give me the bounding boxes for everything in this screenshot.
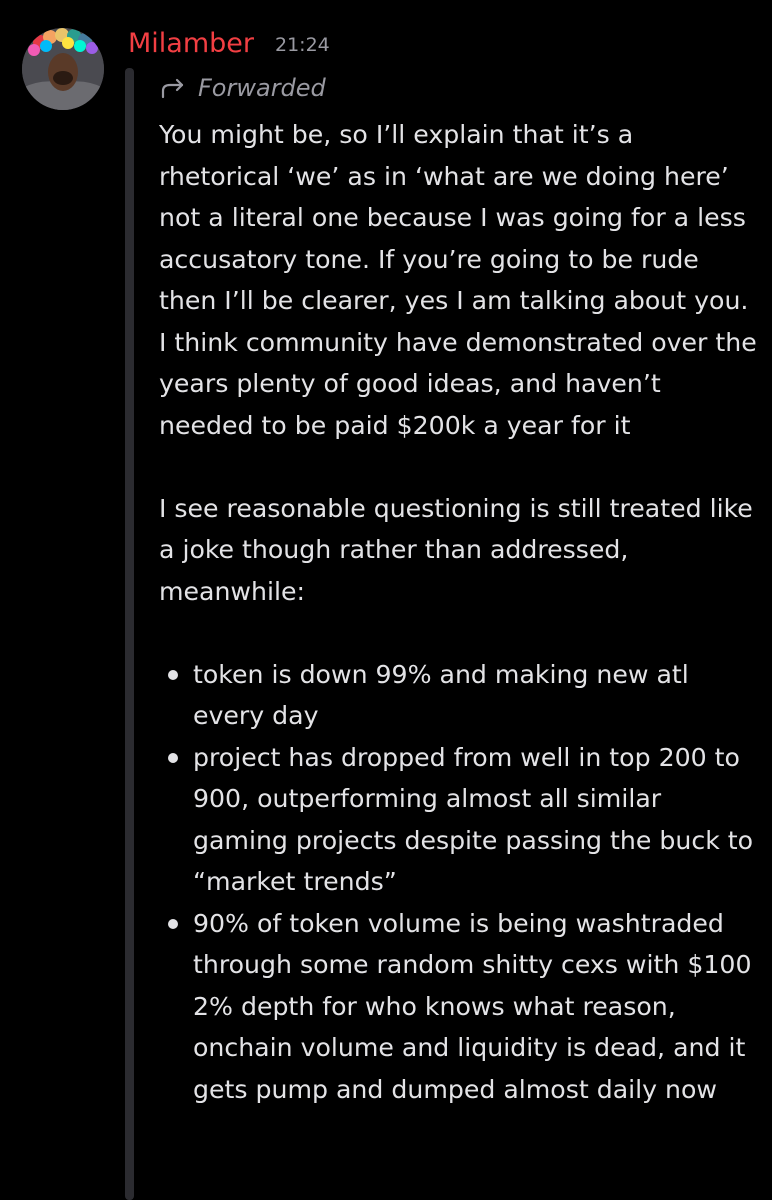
bullet-item: project has dropped from well in top 200… <box>159 737 759 903</box>
avatar-image <box>22 28 104 110</box>
author-name-text: Milamber <box>128 28 254 59</box>
bullet-list: token is down 99% and making new atl eve… <box>159 654 759 1111</box>
forwarded-quote-bar <box>125 68 134 1200</box>
author-name[interactable]: Milamber <box>128 26 254 62</box>
message-paragraph: You might be, so I’ll explain that it’s … <box>159 120 757 440</box>
forward-arrow-icon <box>161 78 184 99</box>
message-content: You might be, so I’ll explain that it’s … <box>159 114 759 1110</box>
avatar[interactable] <box>22 28 104 110</box>
message-paragraph: I see reasonable questioning is still tr… <box>159 493 753 606</box>
forwarded-label: Forwarded <box>160 72 326 104</box>
bullet-item: token is down 99% and making new atl eve… <box>159 654 759 737</box>
message-timestamp: 21:24 <box>275 34 330 56</box>
bullet-item: 90% of token volume is being washtraded … <box>159 903 759 1111</box>
forwarded-text: Forwarded <box>198 74 326 102</box>
